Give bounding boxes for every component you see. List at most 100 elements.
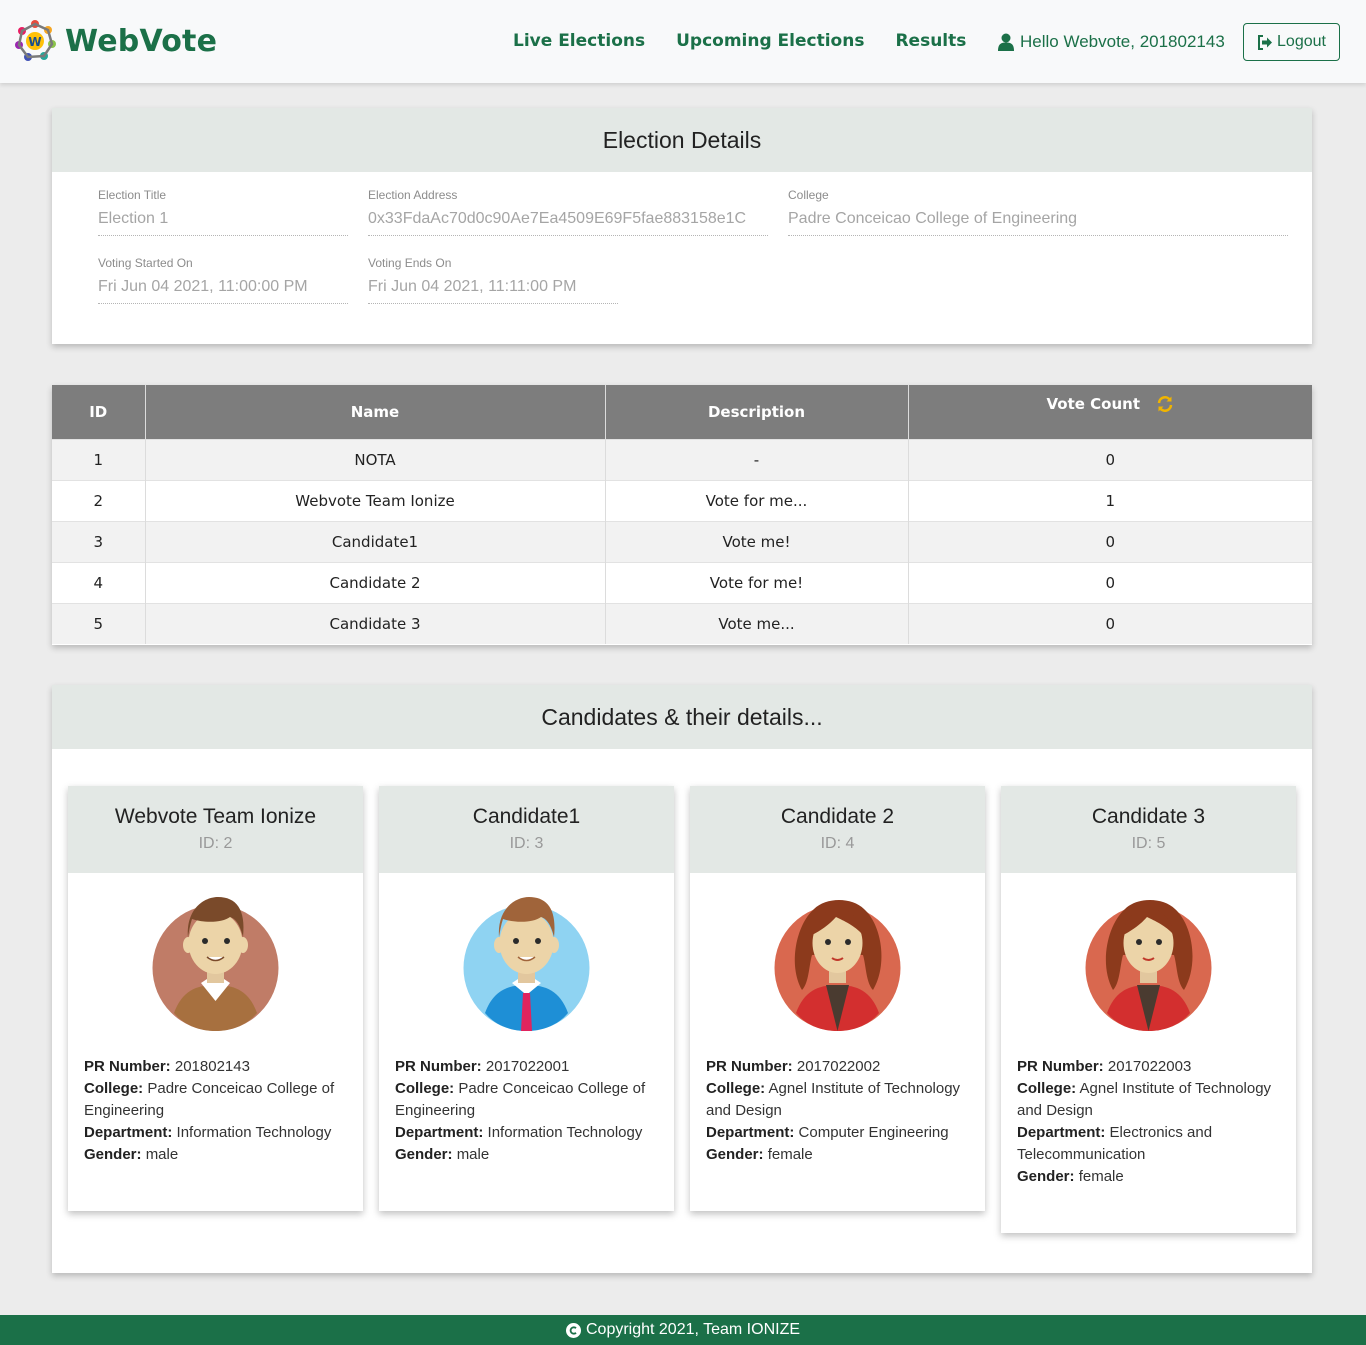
column-id: ID <box>52 385 146 439</box>
college-field: College Padre Conceicao College of Engin… <box>788 188 1288 236</box>
refresh-icon[interactable] <box>1156 395 1174 413</box>
female-avatar-icon <box>1085 900 1212 1031</box>
department-value: Information Technology <box>487 1124 643 1141</box>
department-label: Department: <box>84 1124 173 1141</box>
election-address-label: Election Address <box>368 188 458 202</box>
table-row: 5 Candidate 3 Vote me... 0 <box>52 602 1312 644</box>
nav-live-elections[interactable]: Live Elections <box>513 31 645 51</box>
candidate-card: Candidate1 ID: 3 PR Number: 2017022001 C… <box>379 786 674 1211</box>
footer-text: Copyright 2021, Team IONIZE <box>585 1321 801 1338</box>
candidate-id: ID: 2 <box>198 835 233 852</box>
cell-description: Vote me... <box>605 602 909 644</box>
election-details-header: Election Details <box>52 108 1312 172</box>
department-label: Department: <box>706 1124 795 1141</box>
candidate-name: Candidate1 <box>472 805 581 828</box>
candidate-info: PR Number: 2017022001 College: Padre Con… <box>379 1032 674 1166</box>
pr-value: 2017022002 <box>796 1058 881 1075</box>
candidate-name: Candidate 3 <box>1091 805 1206 828</box>
candidate-id: ID: 5 <box>1131 835 1166 852</box>
gender-label: Gender: <box>84 1146 142 1163</box>
gender-label: Gender: <box>1017 1168 1075 1185</box>
department-label: Department: <box>395 1124 484 1141</box>
cell-name: Candidate1 <box>145 520 606 562</box>
nav-results[interactable]: Results <box>895 31 966 51</box>
column-name: Name <box>145 385 606 439</box>
election-title-label: Election Title <box>98 188 167 202</box>
gender-value: male <box>456 1146 490 1163</box>
gender-value: male <box>145 1146 179 1163</box>
candidate-id: ID: 3 <box>509 835 544 852</box>
gender-label: Gender: <box>706 1146 764 1163</box>
vote-table: ID Name Description Vote Count 1 NOTA - … <box>52 385 1312 644</box>
svg-text:W: W <box>28 35 41 49</box>
candidates-card: Candidates & their details... Webvote Te… <box>52 685 1312 1273</box>
pr-value: 2017022003 <box>1107 1058 1192 1075</box>
nav-upcoming-elections[interactable]: Upcoming Elections <box>676 31 864 51</box>
cell-description: - <box>605 438 909 480</box>
navbar: W WebVote Live Elections Upcoming Electi… <box>0 0 1366 83</box>
user-greeting: Hello Webvote, 201802143 <box>998 32 1225 52</box>
cell-name: Candidate 3 <box>145 602 606 644</box>
pr-label: PR Number: <box>84 1058 171 1075</box>
vote-count-label: Vote Count <box>1046 394 1140 413</box>
cell-id: 2 <box>52 479 146 521</box>
election-details-card: Election Details Election Title Election… <box>52 108 1312 344</box>
brand[interactable]: W WebVote <box>14 19 217 63</box>
candidate-card: Candidate 3 ID: 5 PR Number: 2017022003 … <box>1001 786 1296 1233</box>
pr-label: PR Number: <box>395 1058 482 1075</box>
cell-vote-count: 0 <box>908 438 1312 480</box>
department-value: Information Technology <box>176 1124 332 1141</box>
department-value: Computer Engineering <box>798 1124 949 1141</box>
cell-id: 1 <box>52 438 146 480</box>
table-row: 3 Candidate1 Vote me! 0 <box>52 520 1312 562</box>
sign-out-icon <box>1258 34 1273 50</box>
vote-table-card: ID Name Description Vote Count 1 NOTA - … <box>52 385 1312 645</box>
cell-name: NOTA <box>145 438 606 480</box>
election-title-value: Election 1 <box>98 210 348 236</box>
candidate-name: Webvote Team Ionize <box>114 805 317 828</box>
column-vote-count: Vote Count <box>908 385 1312 439</box>
candidate-card: Candidate 2 ID: 4 PR Number: 2017022002 … <box>690 786 985 1211</box>
voting-end-label: Voting Ends On <box>368 256 452 270</box>
gender-label: Gender: <box>395 1146 453 1163</box>
male-avatar-icon <box>152 897 279 1031</box>
female-avatar-icon <box>774 900 901 1031</box>
cell-name: Webvote Team Ionize <box>145 479 606 521</box>
male-avatar-icon <box>463 897 590 1031</box>
webvote-logo-icon: W <box>15 20 56 61</box>
logout-label: Logout <box>1277 33 1326 50</box>
cell-vote-count: 0 <box>908 561 1312 603</box>
cell-id: 4 <box>52 561 146 603</box>
gender-value: female <box>1078 1168 1124 1185</box>
pr-value: 2017022001 <box>485 1058 570 1075</box>
cell-id: 3 <box>52 520 146 562</box>
cell-vote-count: 1 <box>908 479 1312 521</box>
pr-label: PR Number: <box>1017 1058 1104 1075</box>
cell-description: Vote me! <box>605 520 909 562</box>
voting-start-field: Voting Started On Fri Jun 04 2021, 11:00… <box>98 256 348 304</box>
college-label: College <box>788 188 829 202</box>
greeting-text: Hello Webvote, 201802143 <box>1020 32 1225 51</box>
college-label: College: <box>706 1080 766 1097</box>
brand-name: WebVote <box>65 23 218 59</box>
college-label: College: <box>395 1080 455 1097</box>
voting-start-value: Fri Jun 04 2021, 11:00:00 PM <box>98 278 348 304</box>
copyright-icon <box>565 1322 581 1338</box>
logout-button[interactable]: Logout <box>1243 23 1340 61</box>
voting-start-label: Voting Started On <box>98 256 193 270</box>
table-row: 4 Candidate 2 Vote for me! 0 <box>52 561 1312 603</box>
nav-links: Live Elections Upcoming Elections Result… <box>513 31 997 51</box>
gender-value: female <box>767 1146 813 1163</box>
election-address-field: Election Address 0x33FdaAc70d0c90Ae7Ea45… <box>368 188 768 236</box>
cell-description: Vote for me! <box>605 561 909 603</box>
pr-label: PR Number: <box>706 1058 793 1075</box>
election-title-field: Election Title Election 1 <box>98 188 348 236</box>
voting-end-value: Fri Jun 04 2021, 11:11:00 PM <box>368 278 618 304</box>
candidate-info: PR Number: 2017022002 College: Agnel Ins… <box>690 1032 985 1166</box>
candidate-card: Webvote Team Ionize ID: 2 PR Number: 201… <box>68 786 363 1211</box>
column-description: Description <box>605 385 909 439</box>
table-row: 2 Webvote Team Ionize Vote for me... 1 <box>52 479 1312 521</box>
college-value: Padre Conceicao College of Engineering <box>788 210 1288 236</box>
voting-end-field: Voting Ends On Fri Jun 04 2021, 11:11:00… <box>368 256 618 304</box>
table-header-row: ID Name Description Vote Count <box>52 385 1312 439</box>
